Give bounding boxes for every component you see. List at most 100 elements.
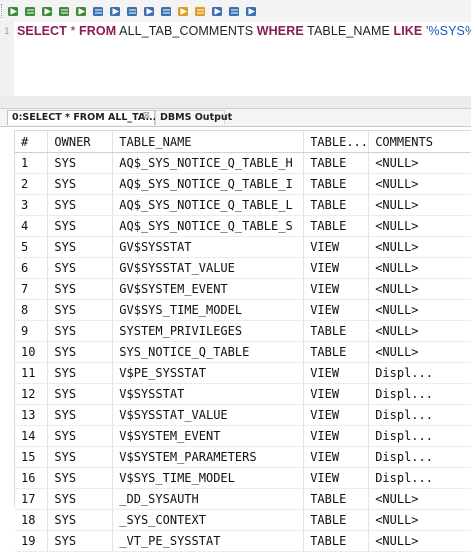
cell-comments[interactable]: Displ... [368, 467, 471, 489]
explain-plan-icon[interactable] [75, 5, 88, 18]
cell-comments[interactable]: <NULL> [368, 341, 471, 363]
cell-owner[interactable]: SYS [47, 236, 114, 258]
cell-owner[interactable]: SYS [47, 509, 114, 531]
cell-table-type[interactable]: VIEW [303, 383, 370, 405]
cell-owner[interactable]: SYS [47, 530, 114, 552]
cell-owner[interactable]: SYS [47, 446, 114, 468]
cell-index[interactable]: 18 [15, 509, 49, 531]
cell-table-name[interactable]: V$SYSSTAT [112, 383, 305, 405]
sql-editor[interactable]: 1 SELECT * FROM ALL_TAB_COMMENTS WHERE T… [0, 22, 471, 118]
cell-owner[interactable]: SYS [47, 383, 114, 405]
cell-comments[interactable]: <NULL> [368, 236, 471, 258]
cell-table-type[interactable]: VIEW [303, 425, 370, 447]
cell-index[interactable]: 19 [15, 530, 49, 552]
cell-table-name[interactable]: AQ$_SYS_NOTICE_Q_TABLE_L [112, 194, 305, 216]
cell-table-name[interactable]: _SYS_CONTEXT [112, 509, 305, 531]
cell-index[interactable]: 6 [15, 257, 49, 279]
editor-results-splitter[interactable] [0, 96, 471, 108]
table-row[interactable]: 8 SYS GV$SYS_TIME_MODEL VIEW <NULL> [15, 299, 471, 321]
table-row[interactable]: 15 SYS V$SYSTEM_PARAMETERS VIEW Displ... [15, 446, 471, 468]
run-all-icon[interactable] [41, 5, 54, 18]
table-row[interactable]: 3 SYS AQ$_SYS_NOTICE_Q_TABLE_L TABLE <NULL> [15, 194, 471, 216]
cell-owner[interactable]: SYS [47, 341, 114, 363]
table-row[interactable]: 2 SYS AQ$_SYS_NOTICE_Q_TABLE_I TABLE <NULL> [15, 173, 471, 195]
cell-table-type[interactable]: TABLE [303, 530, 370, 552]
sql-statement[interactable]: SELECT * FROM ALL_TAB_COMMENTS WHERE TAB… [17, 24, 471, 38]
save-result-icon[interactable] [126, 5, 139, 18]
cell-owner[interactable]: SYS [47, 152, 114, 174]
cell-index[interactable]: 3 [15, 194, 49, 216]
text-view-icon[interactable] [109, 5, 122, 18]
cell-owner[interactable]: SYS [47, 362, 114, 384]
cell-owner[interactable]: SYS [47, 257, 114, 279]
table-row[interactable]: 19 SYS _VT_PE_SYSSTAT TABLE <NULL> [15, 530, 471, 552]
cell-owner[interactable]: SYS [47, 278, 114, 300]
execute-statement-icon[interactable] [7, 5, 20, 18]
cell-comments[interactable]: Displ... [368, 383, 471, 405]
cell-index[interactable]: 9 [15, 320, 49, 342]
table-row[interactable]: 7 SYS GV$SYSTEM_EVENT VIEW <NULL> [15, 278, 471, 300]
table-row[interactable]: 18 SYS _SYS_CONTEXT TABLE <NULL> [15, 509, 471, 531]
cell-table-type[interactable]: TABLE [303, 488, 370, 510]
cell-table-type[interactable]: TABLE [303, 152, 370, 174]
cell-comments[interactable]: Displ... [368, 446, 471, 468]
table-row[interactable]: 1 SYS AQ$_SYS_NOTICE_Q_TABLE_H TABLE <NULL> [15, 152, 471, 174]
cell-index[interactable]: 8 [15, 299, 49, 321]
cell-index[interactable]: 7 [15, 278, 49, 300]
table-row[interactable]: 11 SYS V$PE_SYSSTAT VIEW Displ... [15, 362, 471, 384]
cell-owner[interactable]: SYS [47, 404, 114, 426]
cell-index[interactable]: 2 [15, 173, 49, 195]
arrow-down-icon[interactable] [194, 5, 207, 18]
cell-table-name[interactable]: _VT_PE_SYSSTAT [112, 530, 305, 552]
cell-index[interactable]: 11 [15, 362, 49, 384]
cell-owner[interactable]: SYS [47, 425, 114, 447]
close-tab-icon[interactable]: ⊠ [142, 111, 150, 121]
cell-index[interactable]: 13 [15, 404, 49, 426]
cell-table-type[interactable]: TABLE [303, 320, 370, 342]
cell-comments[interactable]: <NULL> [368, 194, 471, 216]
tab-query-result[interactable]: 0:SELECT * FROM ALL_TA... ⊠ [7, 110, 156, 125]
cell-index[interactable]: 12 [15, 383, 49, 405]
cell-owner[interactable]: SYS [47, 299, 114, 321]
cell-table-name[interactable]: GV$SYSSTAT [112, 236, 305, 258]
history-icon[interactable] [245, 5, 258, 18]
cell-comments[interactable]: <NULL> [368, 152, 471, 174]
toolbar-grip[interactable] [1, 4, 5, 18]
cell-table-name[interactable]: GV$SYSTEM_EVENT [112, 278, 305, 300]
cell-comments[interactable]: <NULL> [368, 215, 471, 237]
cell-table-type[interactable]: TABLE [303, 194, 370, 216]
cell-comments[interactable]: <NULL> [368, 257, 471, 279]
cell-table-name[interactable]: AQ$_SYS_NOTICE_Q_TABLE_I [112, 173, 305, 195]
table-row[interactable]: 16 SYS V$SYS_TIME_MODEL VIEW Displ... [15, 467, 471, 489]
cell-owner[interactable]: SYS [47, 467, 114, 489]
cell-table-type[interactable]: TABLE [303, 341, 370, 363]
cell-table-type[interactable]: VIEW [303, 278, 370, 300]
cell-table-type[interactable]: TABLE [303, 173, 370, 195]
cell-comments[interactable]: <NULL> [368, 173, 471, 195]
column-header-table-type[interactable]: TABLE... [303, 131, 370, 153]
cell-table-type[interactable]: VIEW [303, 362, 370, 384]
cell-table-type[interactable]: VIEW [303, 404, 370, 426]
column-header-comments[interactable]: COMMENTS [368, 131, 471, 153]
table-icon[interactable] [143, 5, 156, 18]
cell-table-type[interactable]: TABLE [303, 215, 370, 237]
cell-index[interactable]: 10 [15, 341, 49, 363]
cell-index[interactable]: 5 [15, 236, 49, 258]
cell-index[interactable]: 16 [15, 467, 49, 489]
cell-index[interactable]: 4 [15, 215, 49, 237]
cell-table-type[interactable]: VIEW [303, 257, 370, 279]
cell-table-type[interactable]: TABLE [303, 509, 370, 531]
cell-table-name[interactable]: V$PE_SYSSTAT [112, 362, 305, 384]
export-icon[interactable] [211, 5, 224, 18]
table-row[interactable]: 6 SYS GV$SYSSTAT_VALUE VIEW <NULL> [15, 257, 471, 279]
run-sql-icon[interactable] [58, 5, 71, 18]
cell-comments[interactable]: <NULL> [368, 320, 471, 342]
table-row[interactable]: 12 SYS V$SYSSTAT VIEW Displ... [15, 383, 471, 405]
cell-owner[interactable]: SYS [47, 320, 114, 342]
cell-comments[interactable]: <NULL> [368, 278, 471, 300]
cell-comments[interactable]: <NULL> [368, 488, 471, 510]
cell-comments[interactable]: Displ... [368, 425, 471, 447]
tab-dbms-output[interactable]: DBMS Output [155, 110, 232, 125]
cell-table-name[interactable]: AQ$_SYS_NOTICE_Q_TABLE_S [112, 215, 305, 237]
cell-table-name[interactable]: V$SYS_TIME_MODEL [112, 467, 305, 489]
